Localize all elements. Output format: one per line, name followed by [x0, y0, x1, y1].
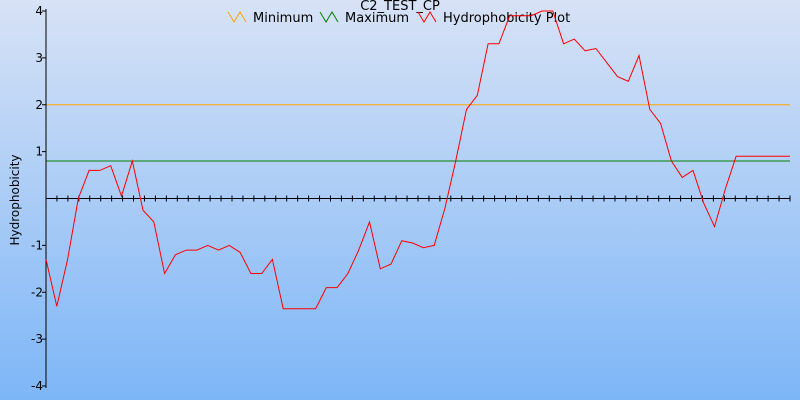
y-tick-label: 4	[35, 4, 43, 18]
y-tick-label: 3	[35, 51, 43, 65]
y-tick-label: 1	[35, 145, 43, 159]
y-tick-label: -1	[31, 238, 43, 252]
hydrophobicity-chart: C2_TEST_CP Minimum Maximum Hydrophobicity …	[0, 0, 800, 400]
legend-label: Minimum	[253, 11, 313, 26]
legend-label: Maximum	[345, 11, 409, 26]
chart-legend: Minimum Maximum Hydrophobicity Plot	[227, 11, 570, 26]
y-tick-label: -3	[31, 332, 43, 346]
y-tick-label: -2	[31, 285, 43, 299]
y-tick-label: -4	[31, 379, 43, 393]
y-tick-label: 2	[35, 98, 43, 112]
y-axis-label: Hydrophobicity	[8, 154, 22, 245]
chart-background	[0, 0, 800, 400]
